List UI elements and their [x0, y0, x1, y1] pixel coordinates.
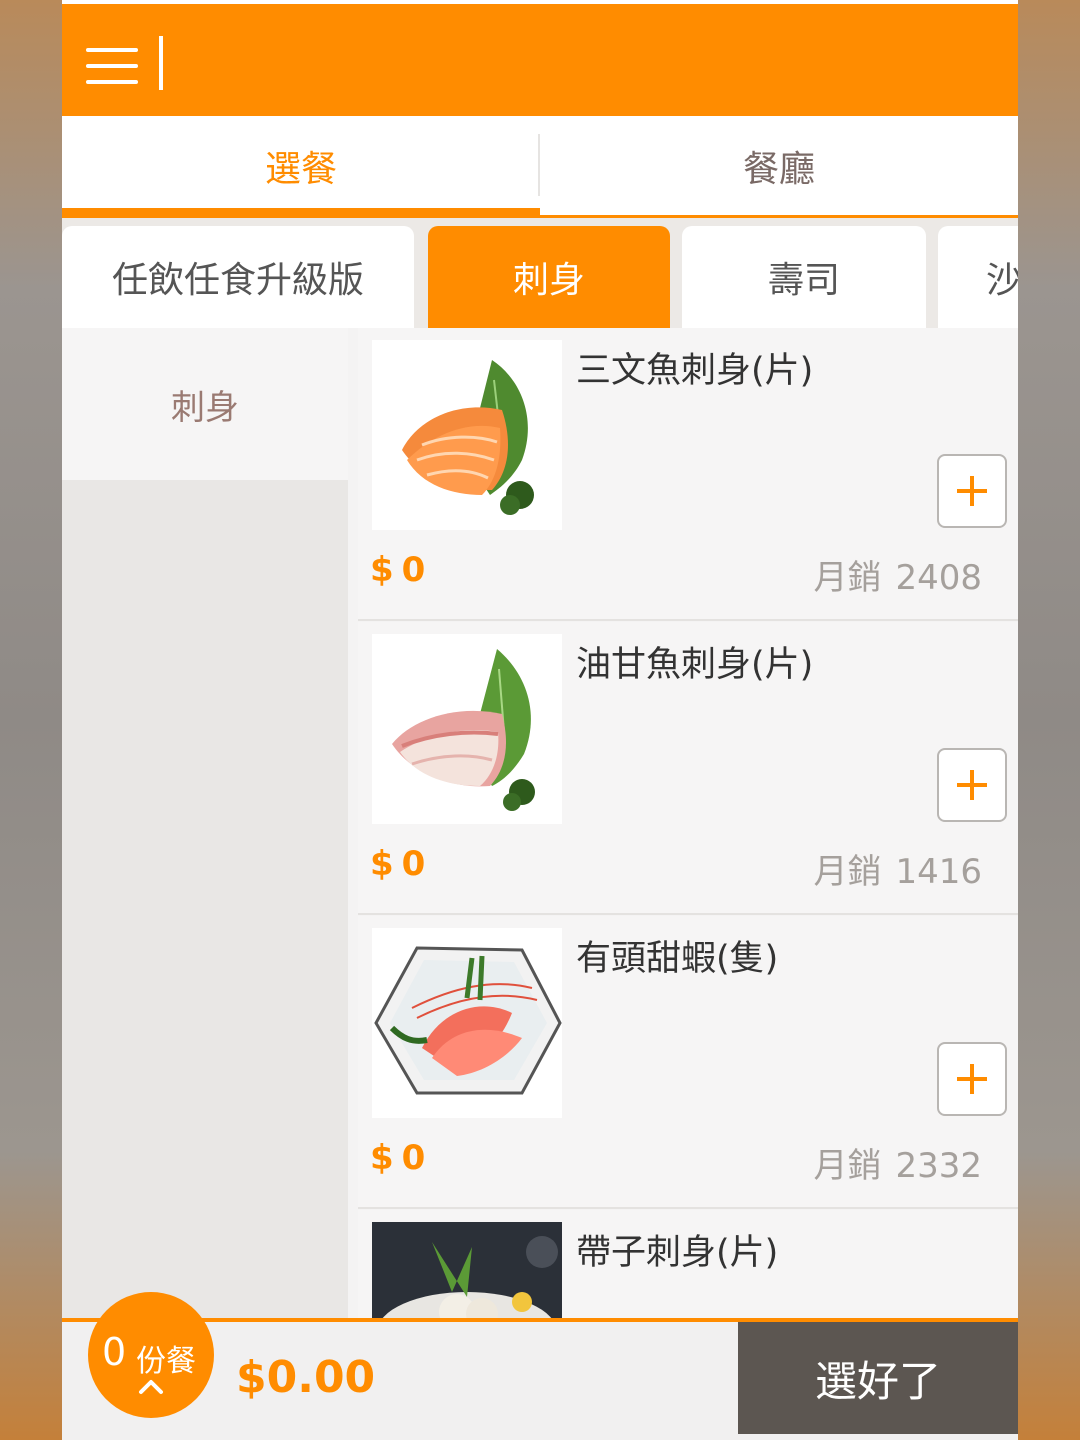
item-name: 帶子刺身(片)	[576, 1233, 779, 1273]
background-left-edge	[0, 0, 62, 1440]
add-button[interactable]	[937, 454, 1007, 528]
monthly-sales: 月銷 1416	[813, 852, 982, 892]
cart-total: $0.00	[236, 1352, 376, 1403]
category-tab-salad[interactable]: 沙	[938, 226, 1018, 328]
item-name: 有頭甜蝦(隻)	[576, 939, 779, 979]
price: $0	[370, 844, 426, 884]
sidebar: 刺身	[62, 328, 348, 1320]
cart-bar: 0 份餐 $0.00 選好了	[62, 1292, 1018, 1440]
category-tab-sushi[interactable]: 壽司	[682, 226, 926, 328]
price: $0	[370, 550, 426, 590]
confirm-button[interactable]: 選好了	[738, 1322, 1018, 1434]
background-right-edge	[1018, 0, 1080, 1440]
category-tab-sashimi[interactable]: 刺身	[428, 226, 670, 328]
item-name: 油甘魚刺身(片)	[576, 645, 814, 685]
price: $0	[370, 1138, 426, 1178]
category-bar: 任飲任食升級版 刺身 壽司 沙	[62, 218, 1018, 328]
item-name: 三文魚刺身(片)	[576, 351, 814, 391]
chevron-up-icon	[139, 1380, 163, 1394]
cart-unit: 份餐	[136, 1344, 196, 1379]
cart-count: 0	[102, 1330, 127, 1374]
app-screen: 選餐 餐廳 任飲任食升級版 刺身 壽司 沙 刺身 三文魚刺身(片) $ 0 月銷…	[62, 0, 1018, 1440]
text-cursor	[159, 36, 163, 90]
add-button[interactable]	[937, 1042, 1007, 1116]
monthly-sales: 月銷 2332	[813, 1146, 982, 1186]
top-bar	[62, 0, 1018, 116]
menu-list: 三文魚刺身(片) $0 月銷 2408 油甘魚刺身(片) $ 0 月銷 1416…	[358, 328, 1018, 1320]
cart-toggle-button[interactable]: 0 份餐	[88, 1292, 214, 1418]
sweet-shrimp-image	[372, 928, 562, 1118]
plus-icon	[957, 476, 987, 506]
tab-restaurant[interactable]: 餐廳	[540, 116, 1018, 215]
main-tabs: 選餐 餐廳	[62, 116, 1018, 218]
salmon-sashimi-image	[372, 340, 562, 530]
hamburger-menu-icon[interactable]	[86, 46, 140, 86]
yellowtail-sashimi-image	[372, 634, 562, 824]
list-item: 有頭甜蝦(隻) $0 月銷 2332	[358, 916, 1018, 1209]
add-button[interactable]	[937, 748, 1007, 822]
active-tab-underline	[62, 208, 540, 216]
list-item: 帶子刺身(片)	[358, 1210, 1018, 1320]
plus-icon	[957, 770, 987, 800]
list-item: 油甘魚刺身(片) $0 月銷 1416	[358, 622, 1018, 915]
tab-order[interactable]: 選餐	[62, 116, 540, 215]
plus-icon	[957, 1064, 987, 1094]
sidebar-item-sashimi[interactable]: 刺身	[62, 328, 348, 480]
list-item: 三文魚刺身(片) $0 月銷 2408	[358, 328, 1018, 621]
scallop-sashimi-image	[372, 1222, 562, 1320]
category-tab-all-you-can-eat[interactable]: 任飲任食升級版	[62, 226, 414, 328]
monthly-sales: 月銷 2408	[813, 558, 982, 598]
